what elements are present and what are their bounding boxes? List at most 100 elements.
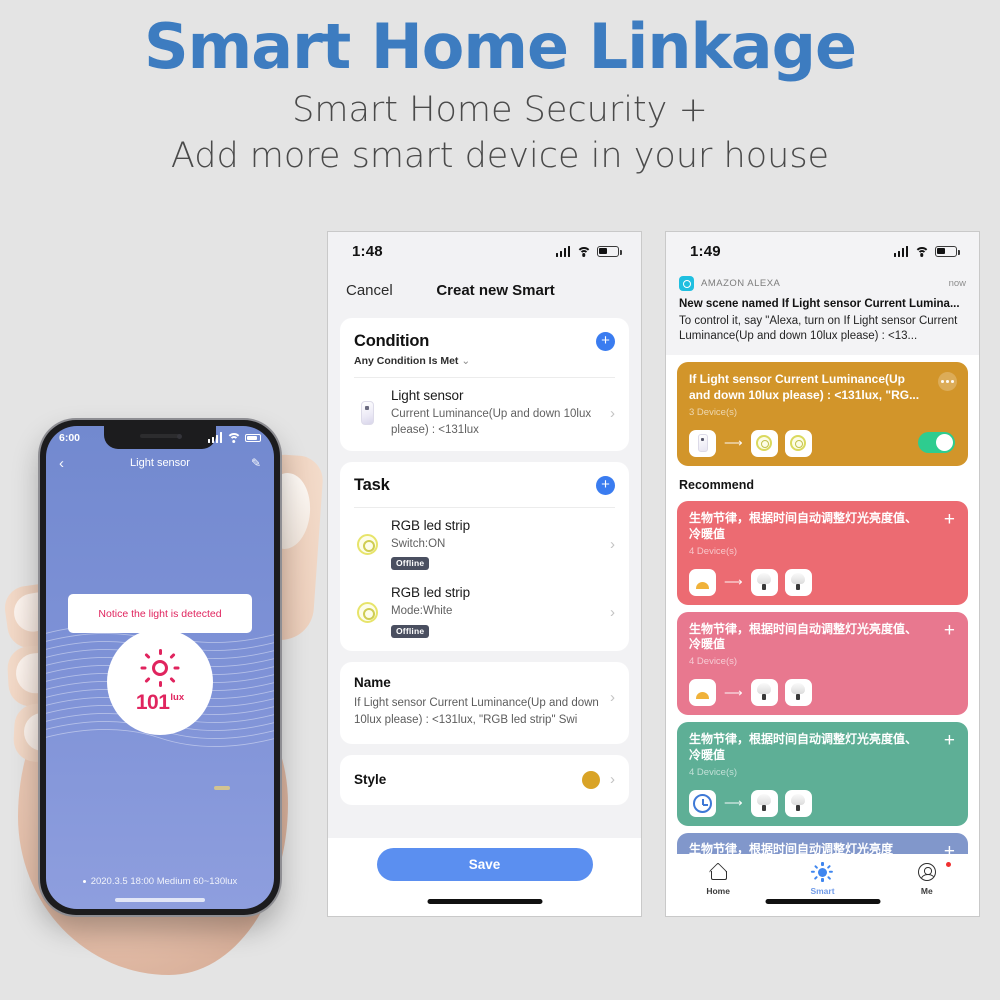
- sunrise-icon: [689, 568, 716, 596]
- wifi-icon: [914, 246, 929, 257]
- scene-toggle[interactable]: [918, 431, 955, 453]
- recommend-title: 生物节律，根据时间自动调整灯光亮度值、冷暖值: [689, 621, 918, 652]
- decorative-dash: [214, 786, 230, 790]
- style-card[interactable]: Style ›: [340, 754, 629, 805]
- page-title: Smart Home Linkage: [143, 10, 857, 83]
- status-icons: [555, 245, 622, 257]
- battery-icon: [597, 245, 622, 257]
- back-button[interactable]: ‹: [59, 456, 64, 471]
- led-strip-icon: [354, 534, 380, 556]
- condition-subtitle[interactable]: Any Condition Is Met ⌄: [354, 355, 470, 367]
- name-card[interactable]: Name If Light sensor Current Luminance(U…: [340, 662, 629, 744]
- condition-row[interactable]: Light sensor Current Luminance(Up and do…: [340, 378, 629, 451]
- name-label: Name: [354, 675, 391, 691]
- cellular-icon: [207, 432, 222, 443]
- recommend-title: 生物节律，根据时间自动调整灯光亮度值、冷暖值: [689, 510, 918, 541]
- chevron-right-icon: ›: [610, 689, 615, 707]
- home-indicator[interactable]: [765, 899, 880, 904]
- lamp-icon: [750, 679, 778, 707]
- arrow-right-icon: ⟶: [724, 435, 743, 451]
- recommend-device-list: ⟶: [689, 789, 956, 817]
- notification-app-name: AMAZON ALEXA: [701, 278, 781, 289]
- active-scene-card[interactable]: If Light sensor Current Luminance(Up and…: [677, 362, 968, 466]
- led-strip-icon: [354, 601, 380, 623]
- notification-badge: [945, 862, 951, 867]
- notification-title: New scene named If Light sensor Current …: [679, 298, 960, 310]
- task-row[interactable]: RGB led strip Mode:White Offline ›: [340, 583, 629, 651]
- wifi-icon: [576, 246, 591, 257]
- task-row[interactable]: RGB led strip Switch:ON Offline ›: [340, 508, 629, 584]
- arrow-right-icon: ⟶: [724, 684, 743, 700]
- add-scene-button[interactable]: +: [944, 731, 955, 750]
- tab-me[interactable]: Me: [875, 861, 979, 896]
- recommend-card[interactable]: 生物节律，根据时间自动调整灯光亮度值、冷暖值 4 Device(s) + ⟶: [677, 611, 968, 716]
- alexa-icon: [679, 276, 694, 291]
- right-status-bar: 1:49: [666, 232, 979, 270]
- left-phone-device: 6:00 ‹ Light sensor ✎ Notice the light i…: [40, 420, 280, 915]
- home-indicator[interactable]: [427, 899, 542, 904]
- smart-sun-icon: [770, 861, 874, 883]
- clock-icon: [689, 789, 716, 817]
- chevron-down-icon: ⌄: [461, 355, 471, 367]
- sunrise-icon: [689, 679, 716, 707]
- cellular-icon: [555, 245, 570, 257]
- scene-device-count: 3 Device(s): [689, 406, 738, 418]
- mid-phone-screen: 1:48 Cancel Creat new Smart Condition An…: [327, 231, 642, 917]
- lamp-icon: [784, 679, 812, 707]
- status-time: 1:49: [690, 242, 721, 260]
- lamp-icon: [784, 568, 812, 596]
- cancel-button[interactable]: Cancel: [346, 282, 393, 299]
- task-card-header: Task +: [340, 462, 629, 507]
- chevron-right-icon: ›: [610, 771, 615, 789]
- status-icons: [893, 245, 960, 257]
- status-badge: Offline: [391, 556, 430, 570]
- hand-holding-phone: 6:00 ‹ Light sensor ✎ Notice the light i…: [0, 395, 330, 1000]
- footer-text: 2020.3.5 18:00 Medium 60~130lux: [90, 876, 238, 887]
- poster-root: Smart Home Linkage Smart Home Security +…: [0, 0, 1000, 1000]
- style-color-swatch[interactable]: [582, 770, 600, 789]
- pencil-icon[interactable]: ✎: [251, 456, 261, 470]
- alexa-notification[interactable]: AMAZON ALEXA now New scene named If Ligh…: [666, 270, 979, 356]
- condition-title: Condition: [354, 332, 430, 350]
- light-sensor-icon: [354, 401, 380, 426]
- status-time: 6:00: [59, 431, 81, 444]
- lamp-icon: [784, 789, 812, 817]
- left-footer-status: 2020.3.5 18:00 Medium 60~130lux: [46, 876, 274, 887]
- notification-header: AMAZON ALEXA now: [679, 276, 966, 291]
- tab-label: Me: [920, 886, 933, 896]
- notification-time: now: [948, 278, 966, 289]
- recommend-card[interactable]: 生物节律，根据时间自动调整灯光亮度值、冷暖值 4 Device(s) + ⟶: [677, 500, 968, 605]
- home-indicator[interactable]: [115, 898, 205, 902]
- task-device-name: RGB led strip: [391, 517, 470, 533]
- arrow-right-icon: ⟶: [724, 795, 743, 811]
- poster-header: Smart Home Linkage Smart Home Security +…: [0, 0, 1000, 179]
- chevron-right-icon: ›: [610, 603, 615, 621]
- chevron-right-icon: ›: [610, 404, 615, 422]
- add-scene-button[interactable]: +: [944, 510, 955, 529]
- scene-device-list: ⟶: [689, 429, 956, 457]
- add-scene-button[interactable]: +: [944, 621, 955, 640]
- condition-device-name: Light sensor: [391, 388, 464, 403]
- task-device-desc: Mode:White: [391, 605, 453, 618]
- save-button[interactable]: Save: [376, 848, 593, 881]
- right-phone-screen: 1:49 AMAZON ALEXA now New scene named If…: [665, 231, 980, 917]
- recommend-label: Recommend: [679, 477, 755, 492]
- tab-label: Smart: [810, 886, 835, 896]
- task-device-desc: Switch:ON: [391, 537, 446, 550]
- tab-smart[interactable]: Smart: [770, 861, 874, 896]
- bottom-tab-bar: Home Smart Me: [666, 854, 979, 916]
- toast-notification: Notice the light is detected: [68, 594, 252, 633]
- add-task-button[interactable]: +: [596, 475, 615, 495]
- led-strip-icon: [784, 429, 812, 457]
- add-condition-button[interactable]: +: [596, 332, 615, 351]
- task-card: Task + RGB led strip Switch:ON Offline ›: [340, 461, 629, 652]
- recommend-card[interactable]: 生物节律，根据时间自动调整灯光亮度值、冷暖值 4 Device(s) + ⟶: [677, 722, 968, 826]
- status-icons: [207, 432, 261, 443]
- tab-home[interactable]: Home: [666, 861, 770, 896]
- left-phone-screen: 6:00 ‹ Light sensor ✎ Notice the light i…: [46, 426, 274, 909]
- recommend-device-list: ⟶: [689, 679, 956, 707]
- bullet-icon: [82, 879, 86, 883]
- mid-status-bar: 1:48: [328, 232, 641, 270]
- lux-value: 101: [135, 691, 170, 714]
- lux-unit: lux: [170, 692, 185, 703]
